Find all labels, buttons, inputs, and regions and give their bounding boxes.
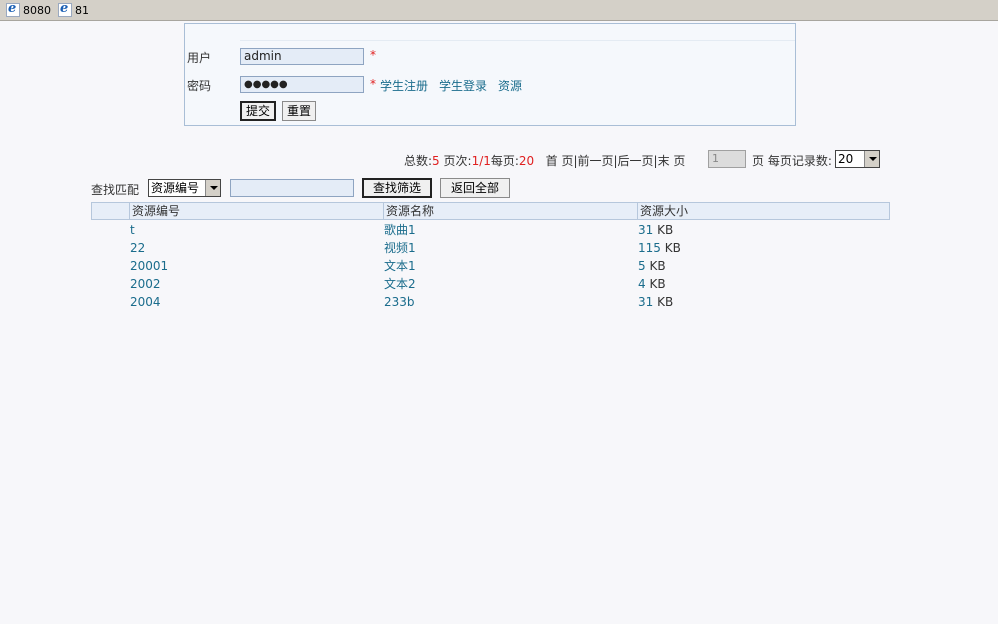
chevron-down-icon [205,180,220,196]
resource-name-link[interactable]: 233b [384,293,415,311]
resource-size: 31 KB [638,223,674,237]
resource-name-link[interactable]: 文本2 [384,275,416,293]
ie-page-icon [58,1,72,17]
resource-id-link[interactable]: 22 [130,239,145,257]
resource-name-link[interactable]: 文本1 [384,257,416,275]
total-count: 5 [432,154,440,168]
page-number-input[interactable]: 1 [708,150,746,168]
column-header-name: 资源名称 [383,203,636,219]
page-suffix-label: 页 每页记录数: [752,154,832,168]
required-mark: * [370,48,376,62]
per-page-count: 20 [518,154,535,168]
tab-label: 8080 [23,3,51,17]
password-input[interactable]: ●●●●● [240,76,364,93]
ie-page-icon [6,1,20,17]
password-label: 密码 [187,79,212,93]
show-all-button[interactable]: 返回全部 [440,178,510,198]
search-input[interactable] [230,179,354,197]
username-input[interactable]: admin [240,48,364,65]
search-label: 查找匹配 [91,183,140,197]
form-header-line [240,24,795,41]
student-login-link[interactable]: 学生登录 [439,77,487,94]
table-row: t 歌曲1 31 KB [0,221,998,239]
records-per-page-select[interactable]: 20 [835,150,880,168]
page-number: 1/1 [471,154,491,168]
resource-name-link[interactable]: 歌曲1 [384,221,416,239]
search-field-select[interactable]: 资源编号 [148,179,221,197]
resource-name-link[interactable]: 视频1 [384,239,416,257]
resource-id-link[interactable]: t [130,221,135,239]
total-label: 总数: [404,154,433,168]
select-value: 20 [838,152,854,166]
resource-size: 115 KB [638,241,681,255]
column-header-size: 资源大小 [637,203,890,219]
table-row: 2002 文本2 4 KB [0,275,998,293]
table-header: 资源编号 资源名称 资源大小 [91,202,890,220]
chevron-down-icon [864,151,879,167]
reset-button[interactable]: 重置 [282,101,317,121]
page-label: 页次: [443,154,472,168]
table-row: 20001 文本1 5 KB [0,257,998,275]
student-register-link[interactable]: 学生注册 [380,77,428,94]
filter-button[interactable]: 查找筛选 [362,178,432,198]
resource-size: 4 KB [638,277,666,291]
pager-nav[interactable]: 首 页|前一页|后一页|末 页 [546,154,686,168]
resource-size: 31 KB [638,295,674,309]
browser-tab-strip: 8080 81 [0,0,998,21]
user-label: 用户 [187,51,212,65]
submit-button[interactable]: 提交 [240,101,277,121]
tab-81[interactable]: 81 [58,1,89,18]
select-value: 资源编号 [151,181,200,195]
tab-label: 81 [75,3,89,17]
resource-id-link[interactable]: 2004 [130,293,161,311]
pager-info: 总数:5 页次:1/1每页:20 首 页|前一页|后一页|末 页 [404,152,685,169]
tab-8080[interactable]: 8080 [6,1,51,18]
resource-id-link[interactable]: 20001 [130,257,168,275]
table-row: 22 视频1 115 KB [0,239,998,257]
table-row: 2004 233b 31 KB [0,293,998,311]
resource-link[interactable]: 资源 [498,77,522,94]
required-mark: * [370,77,376,91]
resource-size: 5 KB [638,259,666,273]
per-page-label: 每页: [490,154,519,168]
resource-id-link[interactable]: 2002 [130,275,161,293]
column-header-id: 资源编号 [129,203,382,219]
